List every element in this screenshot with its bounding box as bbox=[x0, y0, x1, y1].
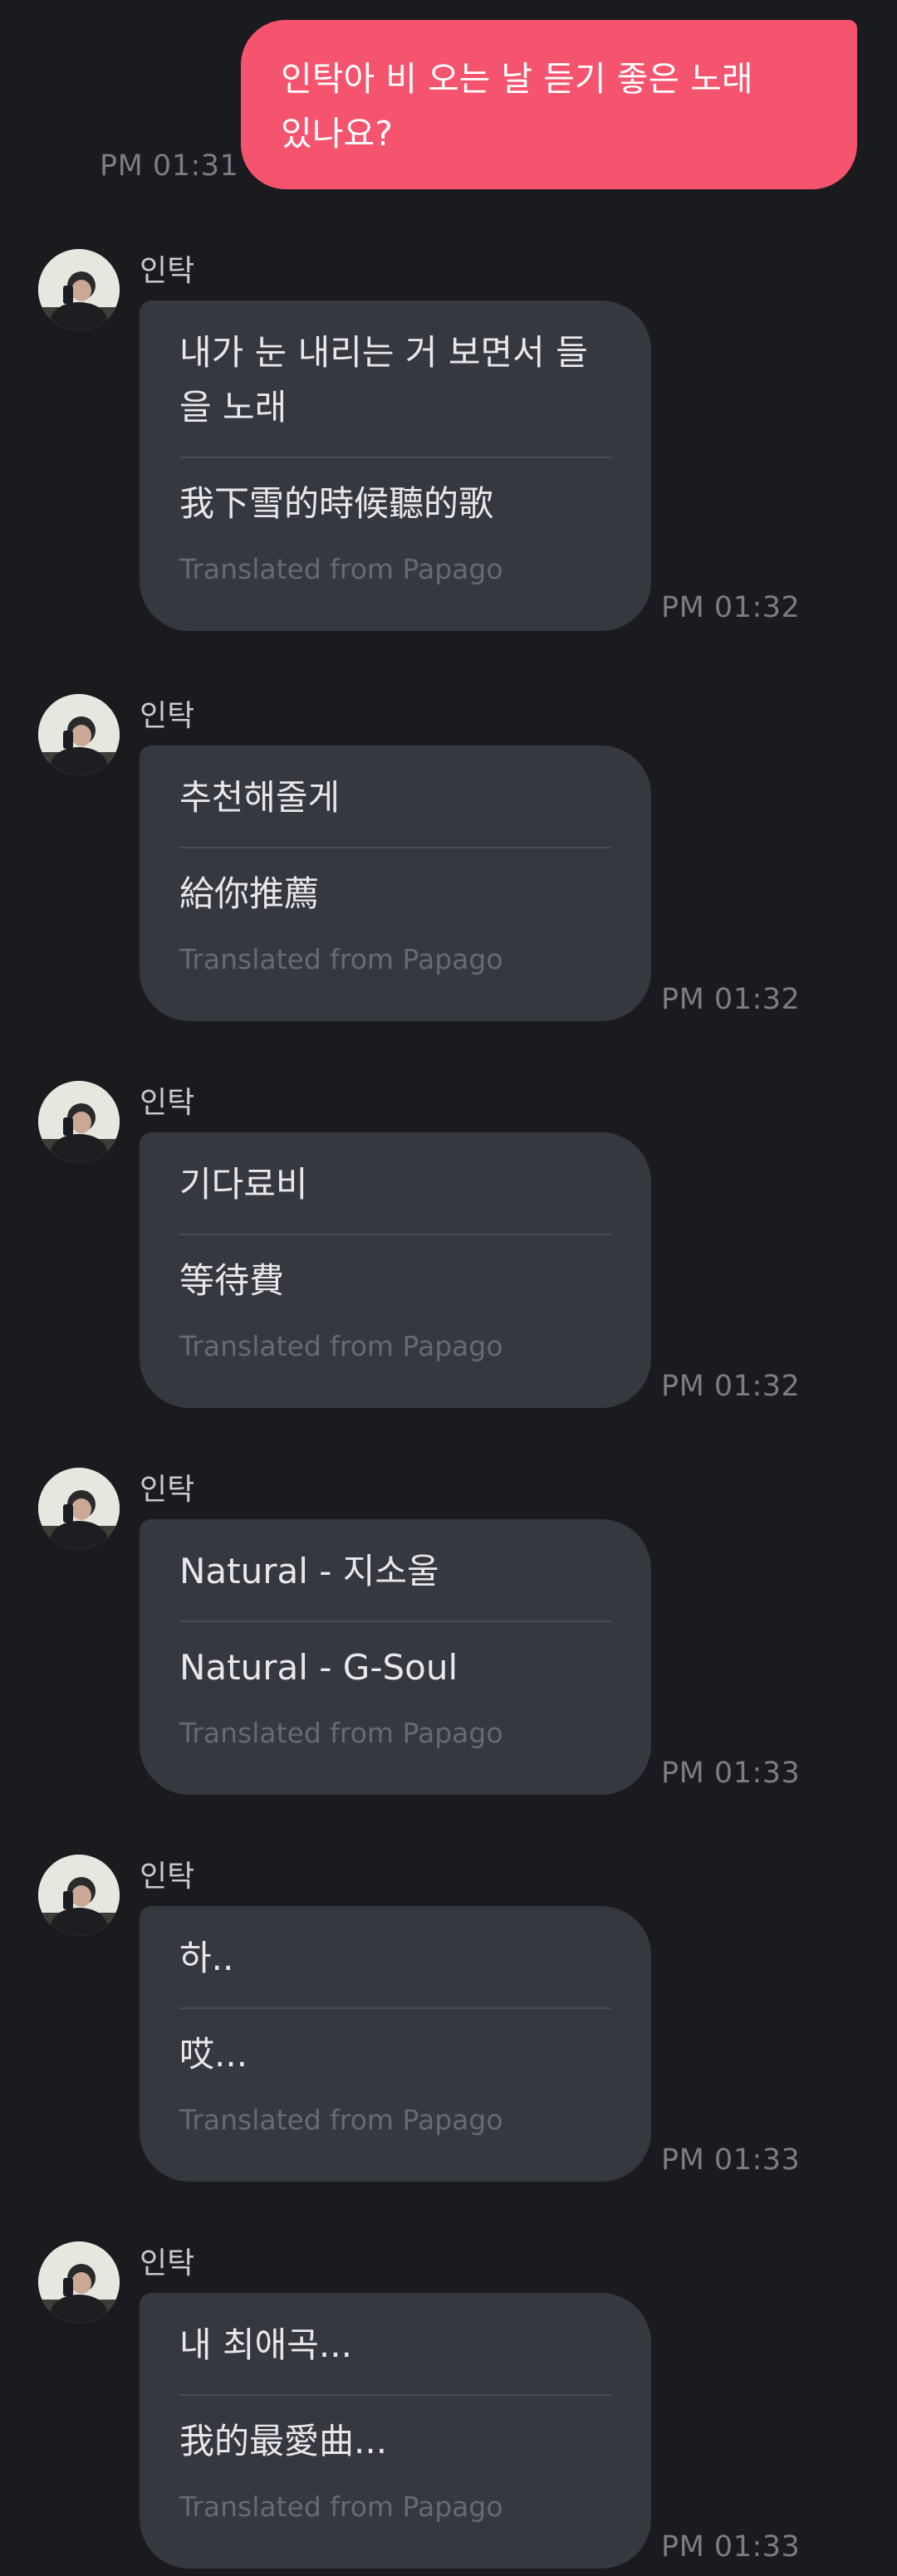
translation-divider bbox=[179, 1620, 611, 1622]
incoming-bubble[interactable]: Natural - 지소울 Natural - G-Soul Translate… bbox=[140, 1519, 651, 1795]
incoming-bubble[interactable]: 하.. 哎... Translated from Papago bbox=[140, 1906, 651, 2182]
translated-from-papago-label: Translated from Papago bbox=[179, 2490, 503, 2523]
translated-text: 我的最愛曲... bbox=[179, 2421, 388, 2461]
translated-text: 哎... bbox=[179, 2034, 248, 2075]
message-timestamp: PM 01:32 bbox=[661, 983, 801, 1016]
outgoing-text-line-1: 인탁아 비 오는 날 듣기 좋은 노래 bbox=[281, 59, 753, 99]
message-timestamp: PM 01:33 bbox=[661, 1757, 801, 1790]
translated-from-papago-label: Translated from Papago bbox=[179, 2104, 503, 2136]
sender-name: 인탁 bbox=[140, 1086, 195, 1120]
translated-text: 等待費 bbox=[179, 1260, 285, 1301]
message-timestamp: PM 01:32 bbox=[661, 591, 801, 624]
translation-divider bbox=[179, 2394, 611, 2396]
message-timestamp: PM 01:33 bbox=[661, 2530, 801, 2564]
original-text: 내 최애곡... bbox=[179, 2324, 352, 2365]
original-text: Natural - 지소울 bbox=[179, 1551, 439, 1591]
translation-divider bbox=[179, 1234, 611, 1235]
avatar-icon[interactable] bbox=[38, 694, 120, 775]
sender-name: 인탁 bbox=[140, 1860, 195, 1894]
incoming-bubble[interactable]: 기다료비 等待費 Translated from Papago bbox=[140, 1132, 651, 1408]
original-text-line-1: 내가 눈 내리는 거 보면서 들 bbox=[179, 332, 588, 373]
translated-text: 給你推薦 bbox=[179, 873, 320, 914]
sender-name: 인탁 bbox=[140, 2246, 195, 2280]
original-text: 추천해줄게 bbox=[179, 777, 341, 818]
translated-from-papago-label: Translated from Papago bbox=[179, 553, 503, 585]
translated-from-papago-label: Translated from Papago bbox=[179, 1717, 503, 1749]
message-timestamp: PM 01:33 bbox=[661, 2143, 801, 2177]
original-text: 하.. bbox=[179, 1938, 234, 1978]
avatar-icon[interactable] bbox=[38, 1855, 120, 1936]
outgoing-message[interactable]: 인탁아 비 오는 날 듣기 좋은 노래 있나요? bbox=[241, 20, 857, 189]
translation-divider bbox=[179, 847, 611, 848]
sender-name: 인탁 bbox=[140, 699, 195, 733]
incoming-bubble[interactable]: 추천해줄게 給你推薦 Translated from Papago bbox=[140, 745, 651, 1021]
incoming-bubble[interactable]: 내 최애곡... 我的最愛曲... Translated from Papago bbox=[140, 2293, 651, 2569]
translation-divider bbox=[179, 457, 611, 458]
original-text: 기다료비 bbox=[179, 1164, 308, 1205]
outgoing-timestamp: PM 01:31 bbox=[100, 149, 239, 183]
translation-divider bbox=[179, 2007, 611, 2009]
translated-from-papago-label: Translated from Papago bbox=[179, 1330, 503, 1362]
outgoing-bubble[interactable]: 인탁아 비 오는 날 듣기 좋은 노래 있나요? bbox=[241, 20, 857, 189]
translated-from-papago-label: Translated from Papago bbox=[179, 943, 503, 975]
sender-name: 인탁 bbox=[140, 1473, 195, 1507]
avatar-icon[interactable] bbox=[38, 1468, 120, 1549]
incoming-bubble[interactable]: 내가 눈 내리는 거 보면서 들 을 노래 我下雪的時候聽的歌 Translat… bbox=[140, 301, 651, 631]
outgoing-text-line-2: 있나요? bbox=[281, 114, 393, 154]
original-text-line-2: 을 노래 bbox=[179, 387, 287, 428]
translated-text: Natural - G-Soul bbox=[179, 1647, 458, 1688]
avatar-icon[interactable] bbox=[38, 1081, 120, 1162]
avatar-icon[interactable] bbox=[38, 2241, 120, 2323]
translated-text: 我下雪的時候聽的歌 bbox=[179, 483, 494, 524]
avatar-icon[interactable] bbox=[38, 249, 120, 330]
message-timestamp: PM 01:32 bbox=[661, 1370, 801, 1403]
sender-name: 인탁 bbox=[140, 254, 195, 288]
